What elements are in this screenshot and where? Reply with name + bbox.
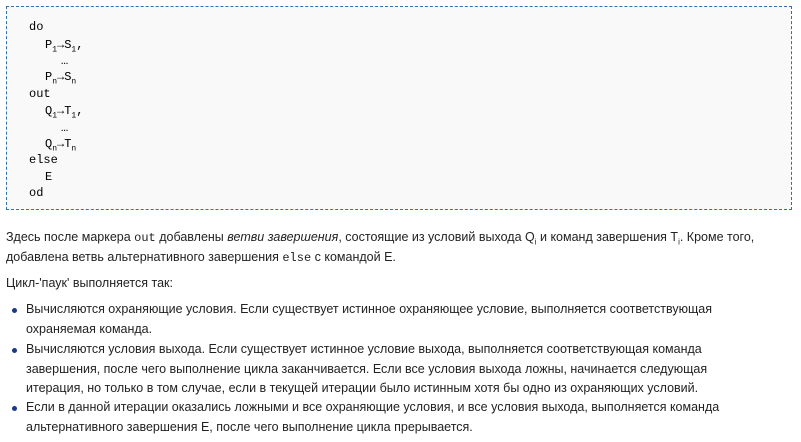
paragraph-1-line-2: добавлена ветвь альтернативного завершен… [6, 250, 396, 265]
code-line-p1: P1→S1, [45, 38, 84, 55]
code-line-ellipsis-1: … [61, 54, 69, 68]
bullet-2-dot [12, 348, 17, 353]
bullet-item-2: Вычисляются условия выхода. Если существ… [26, 342, 708, 395]
bullet-item-3: Если в данной итерации оказались ложными… [26, 400, 720, 434]
code-line-q1: Q1→T1, [45, 104, 84, 121]
code-else-inline: else [282, 251, 312, 265]
code-line-e: E [45, 170, 53, 184]
emphasis-exit-branches: ветви завершения [227, 230, 339, 244]
code-line-else: else [29, 153, 58, 167]
code-line-out: out [29, 87, 51, 101]
code-out-inline: out [134, 231, 156, 245]
code-block: do P1→S1, … Pn→Sn out Q1→T1, … Qn→Tn els… [6, 6, 792, 210]
paragraph-2: Цикл-'паук' выполняется так: [6, 276, 173, 290]
bullet-3-dot [12, 406, 17, 411]
bullet-item-1: Вычисляются охраняющие условия. Если сущ… [26, 302, 712, 336]
paragraph-1-line-1: Здесь после маркера out добавлены ветви … [6, 230, 755, 247]
code-line-qn: Qn→Tn [45, 137, 77, 154]
code-line-od: od [29, 186, 44, 200]
code-line-ellipsis-2: … [61, 121, 69, 135]
code-line-pn: Pn→Sn [45, 70, 77, 87]
bullet-1-dot [12, 308, 17, 313]
code-line-do: do [29, 20, 44, 34]
